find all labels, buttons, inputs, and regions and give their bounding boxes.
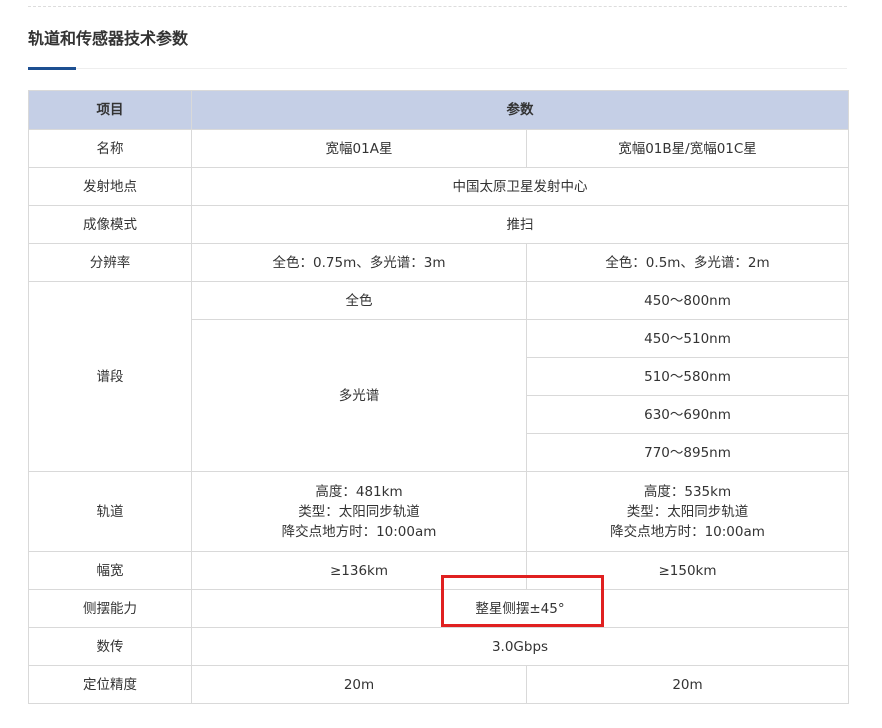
section-title: 轨道和传感器技术参数 <box>28 29 189 48</box>
cell-ms-b: 510～580nm <box>526 357 849 396</box>
highlight-box <box>441 575 604 627</box>
cell-value: 中国太原卫星发射中心 <box>191 167 849 206</box>
row-label: 轨道 <box>28 471 192 552</box>
row-label: 定位精度 <box>28 665 192 704</box>
table-row-side-swing: 侧摆能力 整星侧摆±45° <box>28 589 849 628</box>
orbit-b-ltdn: 降交点地方时：10:00am <box>610 523 765 540</box>
title-accent-underline <box>28 67 76 70</box>
cell-b: 宽幅01B星/宽幅01C星 <box>526 129 849 168</box>
table-row-launch-site: 发射地点 中国太原卫星发射中心 <box>28 167 849 206</box>
row-label: 侧摆能力 <box>28 589 192 628</box>
page: 轨道和传感器技术参数 项目 参数 名称 宽幅01A星 宽幅01B星/宽幅01C星… <box>0 0 882 728</box>
cell-value: 推扫 <box>191 205 849 244</box>
cell-ms-b: 450～510nm <box>526 319 849 358</box>
row-label: 成像模式 <box>28 205 192 244</box>
row-label: 名称 <box>28 129 192 168</box>
cell-value: 3.0Gbps <box>191 627 849 666</box>
cell-a: 全色：0.75m、多光谱：3m <box>191 243 527 282</box>
cell-a: 高度：481km 类型：太阳同步轨道 降交点地方时：10:00am <box>191 471 527 552</box>
row-label: 分辨率 <box>28 243 192 282</box>
row-label: 幅宽 <box>28 551 192 590</box>
top-divider <box>28 6 847 7</box>
table-row-bands-pan: 谱段 全色 450～800nm <box>28 281 849 472</box>
row-label: 数传 <box>28 627 192 666</box>
cell-ms-label: 多光谱 <box>191 319 527 472</box>
row-label: 谱段 <box>28 281 192 472</box>
table-row-positioning-accuracy: 定位精度 20m 20m <box>28 665 849 704</box>
cell-ms-b: 630～690nm <box>526 395 849 434</box>
cell-a: 20m <box>191 665 527 704</box>
cell-b: 20m <box>526 665 849 704</box>
header-params: 参数 <box>191 90 849 130</box>
orbit-b-type: 类型：太阳同步轨道 <box>626 503 749 520</box>
orbit-a-type: 类型：太阳同步轨道 <box>298 503 420 520</box>
title-rule <box>76 68 847 69</box>
table-row-imaging-mode: 成像模式 推扫 <box>28 205 849 244</box>
table-header-row: 项目 参数 <box>28 90 849 130</box>
header-item: 项目 <box>28 90 192 130</box>
orbit-b-altitude: 高度：535km <box>643 483 732 500</box>
table-row-resolution: 分辨率 全色：0.75m、多光谱：3m 全色：0.5m、多光谱：2m <box>28 243 849 282</box>
table-row-name: 名称 宽幅01A星 宽幅01B星/宽幅01C星 <box>28 129 849 168</box>
table-row-swath: 幅宽 ≥136km ≥150km <box>28 551 849 590</box>
cell-pan-b: 450～800nm <box>526 281 849 320</box>
orbit-a-ltdn: 降交点地方时：10:00am <box>281 523 437 540</box>
cell-pan-label: 全色 <box>191 281 527 320</box>
orbit-a-altitude: 高度：481km <box>315 483 403 500</box>
cell-b: 全色：0.5m、多光谱：2m <box>526 243 849 282</box>
cell-a: 宽幅01A星 <box>191 129 527 168</box>
table-row-orbit: 轨道 高度：481km 类型：太阳同步轨道 降交点地方时：10:00am 高度：… <box>28 471 849 552</box>
cell-b: 高度：535km 类型：太阳同步轨道 降交点地方时：10:00am <box>526 471 849 552</box>
cell-ms-b: 770～895nm <box>526 433 849 472</box>
row-label: 发射地点 <box>28 167 192 206</box>
parameters-table: 项目 参数 名称 宽幅01A星 宽幅01B星/宽幅01C星 发射地点 中国太原卫… <box>28 90 849 704</box>
table-row-data-transmission: 数传 3.0Gbps <box>28 627 849 666</box>
